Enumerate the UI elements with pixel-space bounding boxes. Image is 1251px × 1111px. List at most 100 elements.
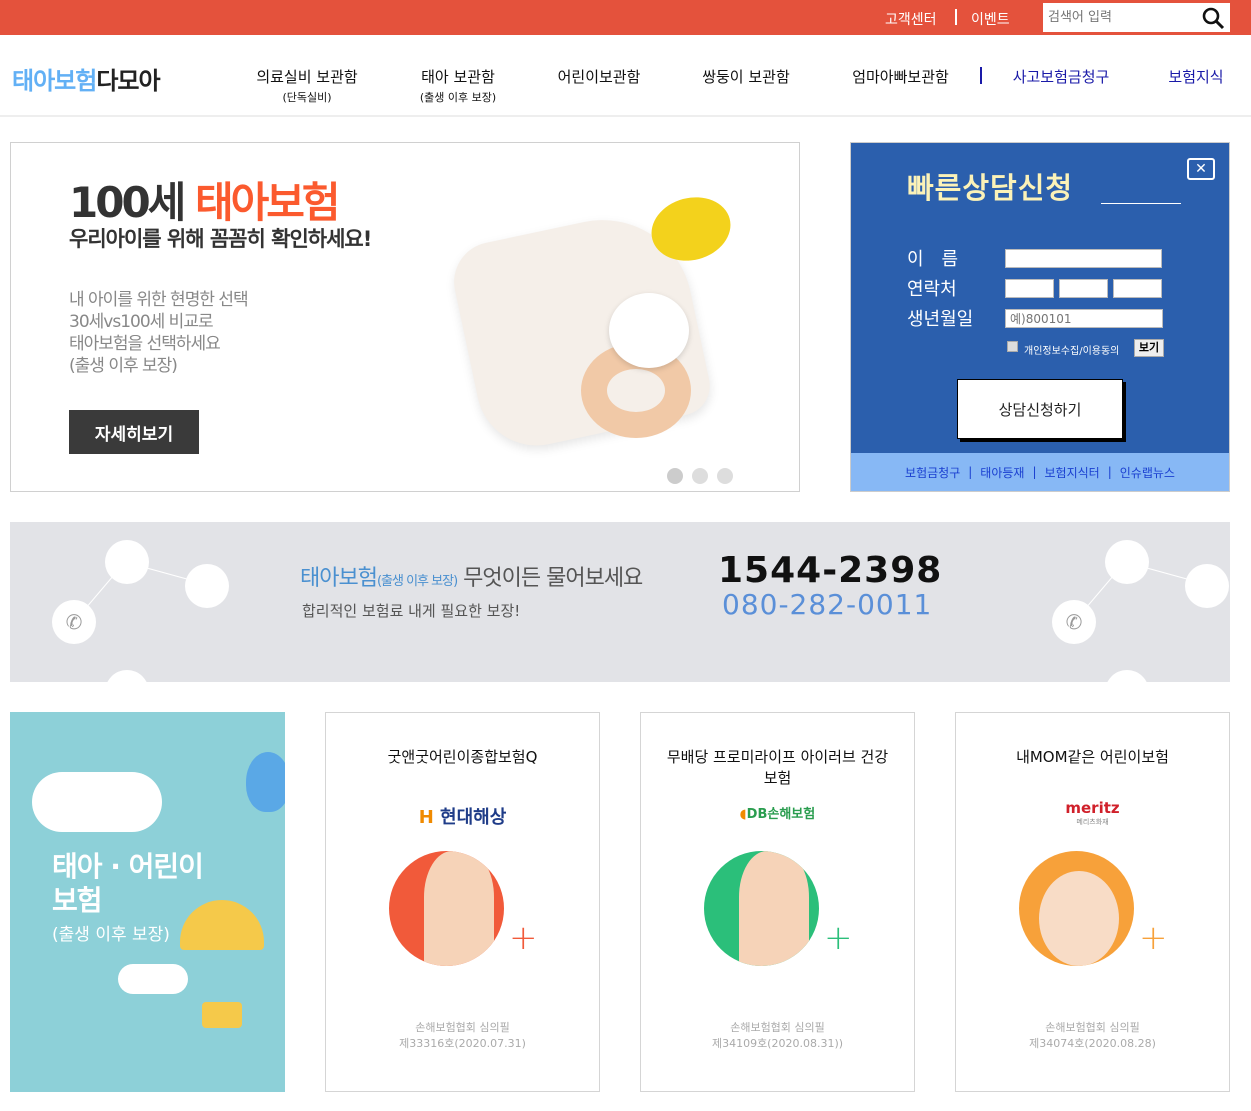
link-news[interactable]: 인슈랩뉴스 [1120, 464, 1175, 481]
event-link[interactable]: 이벤트 [971, 9, 1010, 29]
phone-input-2[interactable] [1059, 279, 1108, 298]
nav-children[interactable]: 어린이보관함 [549, 66, 649, 87]
link-claim[interactable]: 보험금청구 [905, 464, 960, 481]
logo-brand: 태아보험 [12, 67, 97, 95]
nav-divider [980, 67, 982, 84]
customer-center-link[interactable]: 고객센터 [885, 9, 937, 29]
banner-line: 태아보험을 선택하세요 [69, 334, 221, 354]
approval-text: 손해보험협회 심의필 [415, 1021, 510, 1034]
banner-title: 100세 태아보험 [69, 169, 341, 230]
product-title: 무배당 프로미라이프 아이러브 건강보험 [666, 748, 889, 787]
link-knowledge[interactable]: 보험지식터 [1045, 464, 1100, 481]
slide-dot[interactable] [692, 468, 708, 484]
approval-note: 손해보험협회 심의필 제34109호(2020.08.31)) [641, 1020, 914, 1052]
header: 태아보험다모아 의료실비 보관함 (단독실비) 태아 보관함 (출생 이후 보장) … [0, 35, 1251, 117]
slide-dot[interactable] [667, 468, 683, 484]
approval-note: 손해보험협회 심의필제33316호(2020.07.31) [326, 1020, 599, 1052]
banner-description: 내 아이를 위한 현명한 선택 30세vs100세 비교로 태아보험을 선택하세… [69, 289, 249, 377]
title-underline [1101, 203, 1181, 204]
name-input[interactable] [1005, 249, 1162, 268]
document-icon [1185, 564, 1229, 608]
search-input[interactable] [1043, 3, 1193, 32]
nav-fetal[interactable]: 태아 보관함 (출생 이후 보장) [403, 66, 513, 105]
slide-dot[interactable] [717, 468, 733, 484]
birth-input[interactable] [1005, 309, 1163, 328]
nav-label: 태아 보관함 [421, 68, 495, 86]
promo-title-line: 태아 · 어린이 [52, 850, 204, 883]
submit-consult-button[interactable]: 상담신청하기 [957, 379, 1123, 439]
basket-image [202, 1002, 242, 1028]
promo-title: 태아 · 어린이 보험 [52, 850, 204, 918]
nav-label: 의료실비 보관함 [256, 68, 358, 86]
company-name: meritz [1065, 799, 1120, 817]
baby-photo [1019, 851, 1134, 966]
nav-medical[interactable]: 의료실비 보관함 (단독실비) [247, 66, 367, 105]
top-bar: 고객센터 이벤트 [0, 0, 1251, 35]
nav-parents[interactable]: 엄마아빠보관함 [843, 66, 958, 87]
product-card[interactable]: 내MOM같은 어린이보험 meritz 메리츠화재 + 손해보험협회 심의필 제34… [955, 712, 1230, 1092]
user-icon [105, 540, 149, 584]
close-icon[interactable]: ✕ [1187, 158, 1215, 180]
product-card[interactable]: 무배당 프로미라이프 아이러브 건강보험 ◖DB손해보험 + 손해보험협회 심의… [640, 712, 915, 1092]
details-button[interactable]: 자세히보기 [69, 410, 199, 454]
nav-sub: (단독실비) [282, 91, 332, 104]
contact-headline-text: 무엇이든 물어보세요 [463, 566, 643, 591]
promo-card[interactable]: 태아 · 어린이 보험 (출생 이후 보장) [10, 712, 285, 1092]
child-photo [389, 851, 504, 966]
phone-label: 연락처 [907, 279, 957, 300]
product-card[interactable]: 굿앤굿어린이종합보험Q H 현대해상 + 손해보험협회 심의필 제33316호(2… [325, 712, 600, 1092]
contact-sub: 합리적인 보험료 내게 필요한 보장! [302, 602, 521, 620]
bunny-image [609, 293, 689, 368]
link-registration[interactable]: 태아등재 [980, 464, 1024, 481]
contact-brand-sub: (출생 이후 보장) [376, 574, 458, 589]
quick-consult-panel: 빠른상담신청 ✕ 이 름 연락처 생년월일 개인정보수집/이용동의 보기 상담신… [850, 142, 1230, 492]
approval-number: 제34109호(2020.08.31)) [711, 1037, 844, 1050]
main-banner[interactable]: 100세 태아보험 우리아이를 위해 꼼꼼히 확인하세요! 내 아이를 위한 현… [10, 142, 800, 492]
contact-headline: 태아보험(출생 이후 보장) 무엇이든 물어보세요 [300, 560, 643, 592]
plus-icon: + [824, 918, 853, 958]
divider [955, 9, 957, 25]
document-icon [185, 564, 229, 608]
agree-checkbox[interactable] [1007, 341, 1018, 352]
banner-line: (출생 이후 보장) [69, 356, 178, 376]
approval-text: 손해보험협회 심의필 [1045, 1021, 1140, 1034]
product-title: 굿앤굿어린이종합보험Q [387, 748, 538, 766]
company-logo: meritz 메리츠화재 [956, 801, 1229, 829]
user-icon [1105, 540, 1149, 584]
company-name: 현대해상 [440, 807, 507, 828]
nav-knowledge[interactable]: 보험지식 [1163, 66, 1229, 87]
phone-input-3[interactable] [1113, 279, 1162, 298]
plus-icon: + [1139, 918, 1168, 958]
phone-icon: ✆ [1052, 600, 1096, 644]
cloud-image [118, 964, 188, 994]
company-logo: ◖DB손해보험 [739, 807, 816, 822]
cloud-image [32, 772, 162, 832]
consult-title: 빠른상담신청 [907, 171, 1074, 205]
phone-number-free: 080-282-0011 [722, 588, 933, 621]
promo-sub: (출생 이후 보장) [52, 925, 170, 945]
nav-twins[interactable]: 쌍둥이 보관함 [694, 66, 798, 87]
banner-title-brand: 태아보험 [194, 178, 341, 227]
birth-label: 생년월일 [907, 309, 974, 330]
plus-icon: + [509, 918, 538, 958]
child-photo [704, 851, 819, 966]
company-name: DB손해보험 [746, 807, 816, 822]
approval-number: 제34074호(2020.08.28) [1029, 1037, 1156, 1050]
view-terms-button[interactable]: 보기 [1134, 339, 1164, 357]
banner-subtitle: 우리아이를 위해 꼼꼼히 확인하세요! [69, 227, 372, 251]
logo[interactable]: 태아보험다모아 [12, 61, 161, 96]
search-icon[interactable] [1201, 6, 1225, 30]
banner-title-number: 100세 [69, 178, 186, 227]
balloon-image [246, 752, 285, 812]
company-sub: 메리츠화재 [1076, 818, 1109, 826]
approval-number: 제33316호(2020.07.31) [399, 1037, 526, 1050]
search-box [1043, 3, 1230, 32]
nav-claim[interactable]: 사고보험금청구 [1004, 66, 1118, 87]
phone-input-1[interactable] [1005, 279, 1054, 298]
approval-note: 손해보험협회 심의필제34074호(2020.08.28) [956, 1020, 1229, 1052]
promo-title-line: 보험 [52, 884, 103, 917]
nav-sub: (출생 이후 보장) [419, 91, 497, 104]
agree-label: 개인정보수집/이용동의 [1024, 346, 1120, 357]
contact-band: ✆ ✆ 태아보험(출생 이후 보장) 무엇이든 물어보세요 합리적인 보험료 내… [10, 522, 1230, 682]
phone-number-main: 1544-2398 [718, 550, 943, 591]
